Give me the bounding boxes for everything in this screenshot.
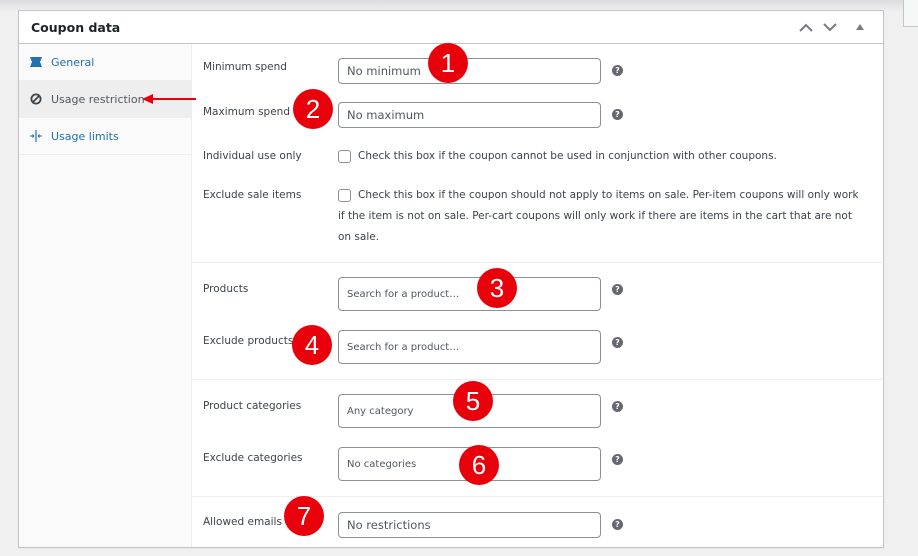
exclude-products-label: Exclude products: [203, 335, 294, 347]
products-search-input[interactable]: Search for a product…: [338, 277, 601, 311]
tab-label: General: [51, 55, 95, 69]
categories-group: Product categories Any category ? Exclud…: [192, 380, 883, 497]
help-icon[interactable]: ?: [612, 65, 623, 76]
maximum-spend-input[interactable]: No maximum: [338, 102, 601, 128]
triangle-up-icon: [856, 24, 864, 30]
collapse-toggle-button[interactable]: [849, 16, 871, 38]
exclude-sale-items-label: Exclude sale items: [203, 189, 302, 201]
tab-general[interactable]: General: [19, 44, 191, 81]
maximum-spend-label: Maximum spend: [203, 106, 290, 118]
help-icon[interactable]: ?: [612, 454, 623, 465]
tab-label: Usage limits: [51, 129, 119, 143]
move-up-button[interactable]: [795, 16, 817, 38]
minimum-spend-label: Minimum spend: [203, 61, 287, 73]
individual-use-label: Individual use only: [203, 150, 302, 162]
chevron-up-icon: [799, 23, 813, 32]
annotation-marker-5: 5: [453, 381, 493, 421]
minimum-spend-input[interactable]: No minimum: [338, 58, 601, 84]
exclude-products-search-input[interactable]: Search for a product…: [338, 330, 601, 364]
screen-options-tab[interactable]: [903, 0, 918, 27]
coupon-tabs-sidebar: General Usage restriction Usage limits: [19, 44, 192, 547]
exclude-sale-items-description: Check this box if the coupon should not …: [338, 189, 859, 243]
ban-icon: [29, 92, 43, 106]
allowed-emails-label: Allowed emails: [203, 516, 282, 528]
annotation-marker-4: 4: [292, 325, 332, 365]
help-icon[interactable]: ?: [612, 519, 623, 530]
exclude-categories-label: Exclude categories: [203, 452, 303, 464]
panel-title: Coupon data: [31, 19, 121, 35]
limits-icon: [29, 129, 43, 143]
products-label: Products: [203, 283, 249, 295]
help-icon[interactable]: ?: [612, 109, 623, 120]
help-icon[interactable]: ?: [612, 401, 623, 412]
chevron-down-icon: [823, 22, 837, 31]
panel-header: Coupon data: [19, 11, 883, 44]
products-group: Products Search for a product… ? Exclude…: [192, 263, 883, 380]
annotation-marker-3: 3: [477, 268, 517, 308]
product-categories-label: Product categories: [203, 400, 302, 412]
annotation-marker-1: 1: [428, 43, 468, 83]
spend-options-group: Minimum spend No minimum ? Maximum spend…: [192, 44, 883, 263]
individual-use-description: Check this box if the coupon cannot be u…: [358, 150, 777, 162]
individual-use-checkbox[interactable]: [338, 150, 351, 163]
annotation-arrow-icon: [142, 94, 196, 104]
help-icon[interactable]: ?: [612, 337, 623, 348]
coupon-data-panel: Coupon data General Usage restriction Us…: [18, 10, 884, 548]
help-icon[interactable]: ?: [612, 284, 623, 295]
allowed-emails-input[interactable]: No restrictions: [338, 512, 601, 538]
annotation-marker-7: 7: [284, 496, 324, 536]
ticket-icon: [29, 55, 43, 69]
annotation-marker-2: 2: [293, 89, 333, 129]
tab-usage-limits[interactable]: Usage limits: [19, 118, 191, 155]
tab-label: Usage restriction: [51, 92, 145, 106]
move-down-button[interactable]: [819, 16, 841, 38]
annotation-marker-6: 6: [459, 445, 499, 485]
